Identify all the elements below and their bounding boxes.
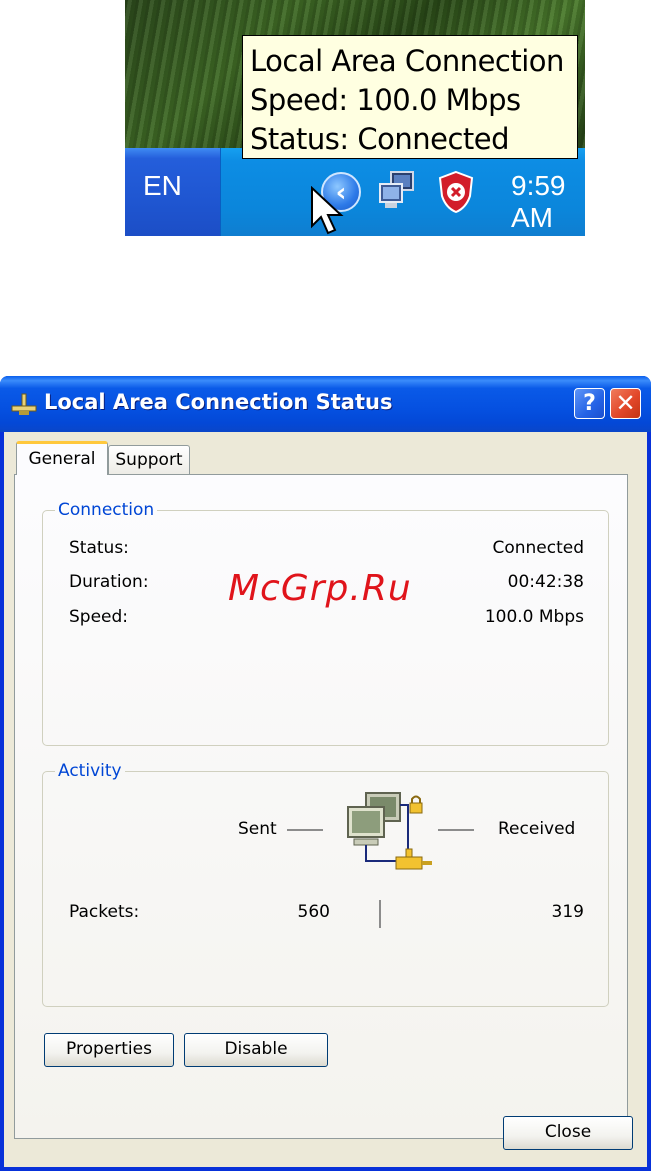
duration-value: 00:42:38 — [507, 572, 584, 592]
sent-label: Sent — [238, 819, 277, 839]
status-label: Status: — [69, 538, 129, 558]
tooltip-line-status: Status: Connected — [250, 122, 510, 156]
received-label: Received — [498, 819, 576, 839]
duration-label: Duration: — [69, 572, 149, 592]
title-close-button[interactable]: ✕ — [610, 388, 641, 419]
packets-sent-value: 560 — [297, 902, 330, 922]
help-button[interactable]: ? — [574, 388, 605, 419]
taskbar-screenshot: EN ‹ 9:59 AM Local Area Connection Speed… — [125, 0, 585, 236]
packets-received-value: 319 — [551, 902, 584, 922]
activity-legend: Activity — [58, 761, 122, 781]
activity-group: Activity — [42, 761, 609, 1007]
disable-button[interactable]: Disable — [184, 1033, 328, 1067]
connection-tooltip: Local Area Connection Speed: 100.0 Mbps … — [242, 35, 578, 159]
close-button[interactable]: Close — [503, 1116, 633, 1150]
properties-button[interactable]: Properties — [44, 1033, 174, 1067]
notification-area: ‹ 9:59 AM — [220, 148, 585, 236]
dialog-title: Local Area Connection Status — [44, 390, 393, 414]
packets-divider — [379, 900, 381, 928]
taskbar: EN ‹ 9:59 AM — [125, 148, 585, 236]
title-bar[interactable]: Local Area Connection Status ? ✕ — [0, 376, 651, 432]
tab-general[interactable]: General — [16, 441, 108, 475]
status-value: Connected — [492, 538, 584, 558]
speed-value: 100.0 Mbps — [484, 607, 584, 627]
tooltip-line-speed: Speed: 100.0 Mbps — [250, 83, 521, 117]
packets-label: Packets: — [69, 902, 140, 922]
tooltip-line-name: Local Area Connection — [250, 44, 564, 78]
connection-legend: Connection — [58, 500, 155, 520]
security-shield-icon[interactable] — [436, 170, 476, 214]
network-connection-icon — [11, 393, 37, 415]
speed-label: Speed: — [69, 607, 129, 627]
watermark: McGrp.Ru — [228, 568, 412, 609]
language-indicator[interactable]: EN — [143, 170, 182, 202]
network-activity-icon — [347, 792, 432, 870]
mouse-cursor-icon — [311, 186, 344, 235]
received-line — [438, 829, 474, 831]
network-icon[interactable] — [377, 170, 417, 212]
clock[interactable]: 9:59 AM — [511, 170, 585, 234]
tab-support[interactable]: Support — [108, 445, 190, 475]
sent-line — [287, 829, 323, 831]
